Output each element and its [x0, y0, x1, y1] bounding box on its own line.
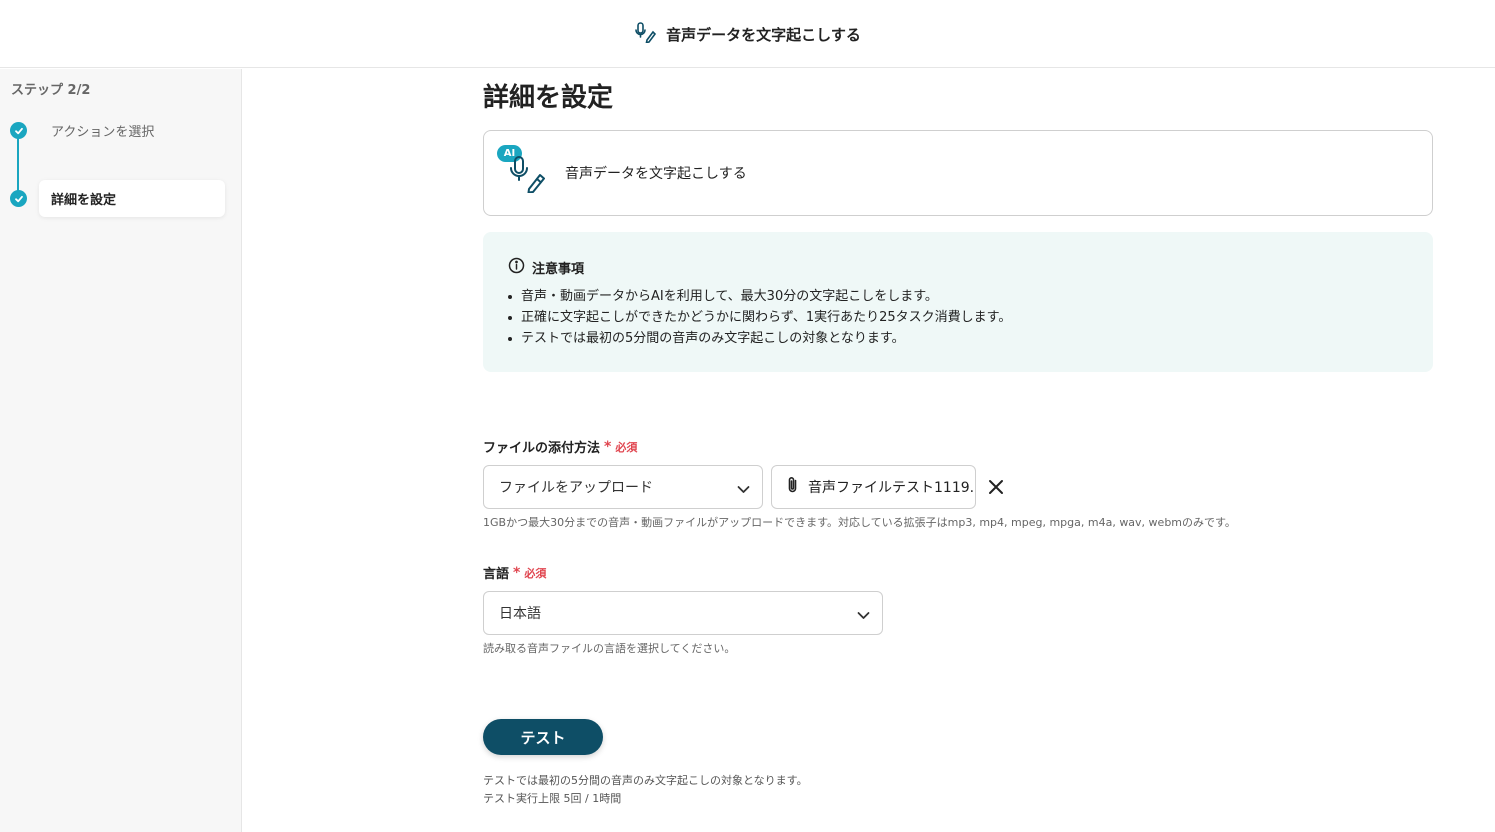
language-select[interactable]: 日本語 — [483, 591, 883, 635]
language-label: 言語 * 必須 — [483, 563, 547, 583]
step-2-check-icon — [10, 190, 27, 207]
action-card: AI 音声データを文字起こしする — [483, 130, 1433, 216]
chevron-down-icon — [737, 482, 750, 498]
step-connector-line — [17, 131, 19, 199]
test-note-scope: テストでは最初の5分間の音声のみ文字起こしの対象となります。 — [483, 774, 808, 787]
sidebar-step-configure-details[interactable]: 詳細を設定 — [39, 180, 225, 217]
attach-method-selected: ファイルをアップロード — [499, 480, 653, 496]
test-note-limit: テスト実行上限 5回 / 1時間 — [483, 792, 622, 805]
chevron-down-icon — [857, 608, 870, 624]
attach-method-label-text: ファイルの添付方法 — [483, 441, 601, 456]
language-help: 読み取る音声ファイルの言語を選択してください。 — [483, 642, 736, 655]
mic-pen-icon — [634, 21, 657, 47]
step-indicator: ステップ 2/2 — [11, 83, 91, 98]
required-star: * — [604, 438, 612, 455]
notice-box: 注意事項 音声・動画データからAIを利用して、最大30分の文字起こしをします。 … — [483, 232, 1433, 372]
top-bar-title-group: 音声データを文字起こしする — [0, 0, 1495, 68]
required-star: * — [513, 564, 521, 581]
paperclip-icon — [786, 476, 800, 498]
info-icon — [508, 257, 525, 278]
notice-header: 注意事項 — [508, 257, 584, 278]
attach-method-help: 1GBかつ最大30分までの音声・動画ファイルがアップロードできます。対応している… — [483, 516, 1236, 529]
language-label-text: 言語 — [483, 567, 510, 582]
attach-method-label: ファイルの添付方法 * 必須 — [483, 437, 638, 457]
notice-item: テストでは最初の5分間の音声のみ文字起こしの対象となります。 — [508, 328, 1011, 349]
required-badge: 必須 — [615, 440, 638, 454]
language-selected: 日本語 — [499, 606, 541, 622]
sidebar: ステップ 2/2 アクションを選択 詳細を設定 — [0, 69, 242, 832]
remove-file-button[interactable] — [986, 477, 1006, 497]
top-bar-title: 音声データを文字起こしする — [666, 25, 861, 44]
required-badge: 必須 — [524, 566, 547, 580]
notice-title: 注意事項 — [532, 262, 585, 277]
sidebar-step-select-action[interactable]: アクションを選択 — [39, 112, 225, 149]
test-button[interactable]: テスト — [483, 719, 603, 755]
uploaded-file-chip[interactable]: 音声ファイルテスト1119... — [771, 465, 976, 509]
step-1-check-icon — [10, 122, 27, 139]
mic-pen-icon — [509, 155, 547, 197]
notice-item: 音声・動画データからAIを利用して、最大30分の文字起こしをします。 — [508, 286, 1011, 307]
close-icon — [989, 480, 1003, 494]
notice-item: 正確に文字起こしができたかどうかに関わらず、1実行あたり25タスク消費します。 — [508, 307, 1011, 328]
attach-method-select[interactable]: ファイルをアップロード — [483, 465, 763, 509]
notice-list: 音声・動画データからAIを利用して、最大30分の文字起こしをします。 正確に文字… — [508, 286, 1011, 349]
uploaded-file-name: 音声ファイルテスト1119... — [808, 480, 976, 496]
page-title: 詳細を設定 — [483, 83, 614, 113]
action-card-label: 音声データを文字起こしする — [565, 166, 747, 182]
top-bar: 音声データを文字起こしする — [0, 0, 1495, 68]
